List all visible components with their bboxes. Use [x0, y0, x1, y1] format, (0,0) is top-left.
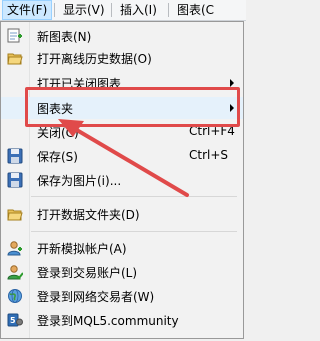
annotation-arrow-icon — [58, 119, 189, 197]
